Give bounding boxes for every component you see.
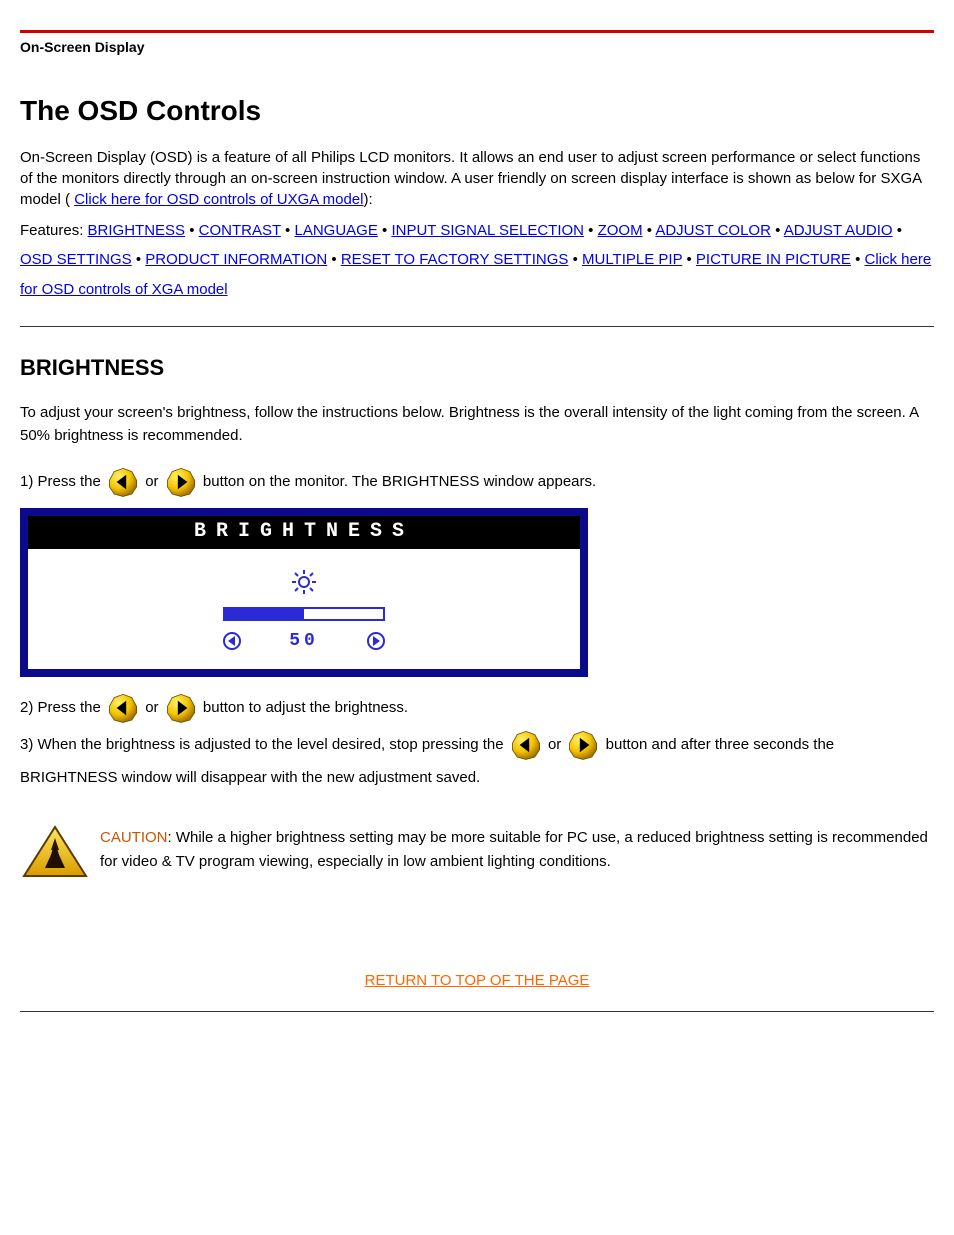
step-3: 3) When the brightness is adjusted to th… — [20, 728, 934, 794]
sep: • — [771, 222, 784, 239]
sep: • — [378, 222, 392, 239]
osd-right-arrow-icon — [367, 632, 385, 650]
return-top-link[interactable]: RETURN TO TOP OF THE PAGE — [20, 972, 934, 989]
brightness-para: To adjust your screen's brightness, foll… — [20, 401, 934, 448]
features-label: Features: — [20, 222, 83, 239]
intro-paragraph: On-Screen Display (OSD) is a feature of … — [20, 147, 934, 210]
left-arrow-icon — [510, 729, 542, 761]
sep: • — [132, 251, 146, 268]
uxga-model-link[interactable]: Click here for OSD controls of UXGA mode… — [74, 191, 363, 208]
sep: • — [327, 251, 341, 268]
step2-after: button to adjust the brightness. — [203, 699, 408, 716]
feature-language[interactable]: LANGUAGE — [294, 222, 377, 239]
caution-label: CAUTION — [100, 829, 168, 846]
right-arrow-icon — [165, 466, 197, 498]
step2-mid: or — [145, 699, 163, 716]
sep: • — [682, 251, 696, 268]
osd-left-arrow-icon — [223, 632, 241, 650]
brightness-progress — [223, 607, 385, 621]
brightness-heading: BRIGHTNESS — [20, 355, 934, 381]
step-2: 2) Press the or button to adjust the bri… — [20, 691, 934, 724]
section-title: On-Screen Display — [20, 30, 934, 55]
step3-before: 3) When the brightness is adjusted to th… — [20, 736, 508, 753]
caution-icon — [20, 824, 90, 882]
step1-before: 1) Press the — [20, 473, 105, 490]
left-arrow-icon — [107, 466, 139, 498]
osd-value: 50 — [289, 631, 319, 651]
divider-bottom — [20, 1011, 934, 1012]
step1-mid: or — [145, 473, 163, 490]
right-arrow-icon — [567, 729, 599, 761]
feature-product-info[interactable]: PRODUCT INFORMATION — [145, 251, 327, 268]
feature-zoom[interactable]: ZOOM — [598, 222, 643, 239]
sep: • — [893, 222, 902, 239]
features-block: Features: BRIGHTNESS • CONTRAST • LANGUA… — [20, 216, 934, 304]
osd-title: BRIGHTNESS — [28, 516, 580, 549]
caution-block: CAUTION: While a higher brightness setti… — [20, 824, 934, 882]
right-arrow-icon — [165, 692, 197, 724]
sep: • — [643, 222, 656, 239]
feature-adjust-audio[interactable]: ADJUST AUDIO — [784, 222, 893, 239]
sep: • — [281, 222, 295, 239]
step1-after: button on the monitor. The BRIGHTNESS wi… — [203, 473, 596, 490]
step-1: 1) Press the or button on the monitor. T… — [20, 465, 934, 498]
divider — [20, 326, 934, 327]
step3-mid: or — [548, 736, 566, 753]
feature-osd-settings[interactable]: OSD SETTINGS — [20, 251, 132, 268]
feature-multiple-pip[interactable]: MULTIPLE PIP — [582, 251, 682, 268]
intro-text-after: ): — [363, 191, 372, 208]
sep: • — [851, 251, 865, 268]
sep: • — [185, 222, 199, 239]
sun-icon — [291, 569, 317, 599]
feature-adjust-color[interactable]: ADJUST COLOR — [655, 222, 771, 239]
caution-body: : While a higher brightness setting may … — [100, 829, 928, 869]
feature-brightness[interactable]: BRIGHTNESS — [88, 222, 186, 239]
caution-text: CAUTION: While a higher brightness setti… — [100, 824, 934, 873]
page-title: The OSD Controls — [20, 95, 934, 127]
feature-reset[interactable]: RESET TO FACTORY SETTINGS — [341, 251, 569, 268]
feature-contrast[interactable]: CONTRAST — [199, 222, 281, 239]
brightness-progress-fill — [225, 609, 304, 619]
sep: • — [568, 251, 582, 268]
sep: • — [584, 222, 598, 239]
feature-input-signal[interactable]: INPUT SIGNAL SELECTION — [391, 222, 584, 239]
feature-pip[interactable]: PICTURE IN PICTURE — [696, 251, 851, 268]
step2-before: 2) Press the — [20, 699, 105, 716]
brightness-osd-panel: BRIGHTNESS — [20, 508, 588, 677]
left-arrow-icon — [107, 692, 139, 724]
